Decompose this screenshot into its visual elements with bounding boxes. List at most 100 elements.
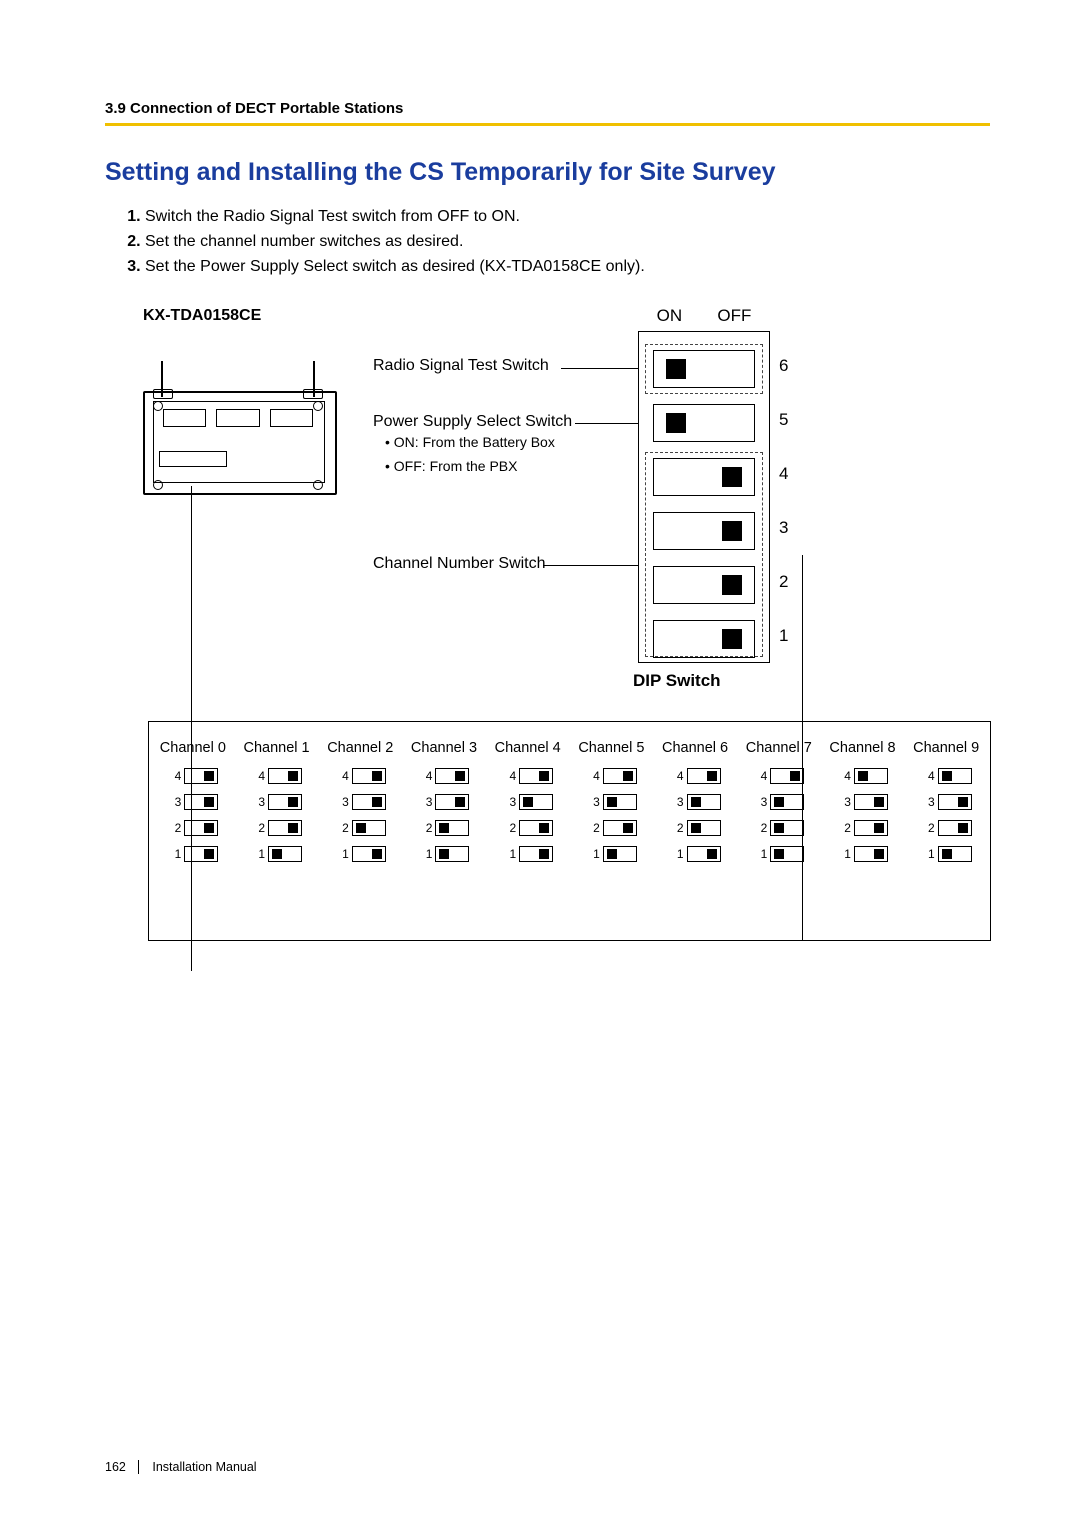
channel-header: Channel 1 [235,740,319,756]
on-label: ON [657,306,683,326]
switch-marker [288,823,298,833]
power-select-switch-label: Power Supply Select Switch [373,413,572,431]
switch-box [603,768,637,784]
switch-number: 4 [921,769,935,783]
channel-switch-row: 2 [904,820,988,836]
switch-number: 1 [167,847,181,861]
switch-box [184,846,218,862]
page: 3.9 Connection of DECT Portable Stations… [0,0,1080,1528]
switch-box [519,768,553,784]
switch-number: 4 [502,769,516,783]
switch-number: 3 [921,795,935,809]
channel-switch-row: 3 [570,794,654,810]
switch-box [268,820,302,836]
switch-box [938,794,972,810]
switch-marker [942,771,952,781]
switch-marker [691,797,701,807]
channel-switch-row: 3 [486,794,570,810]
switch-marker [539,849,549,859]
channel-switch-row: 1 [821,846,905,862]
device-illustration [143,361,333,496]
switch-number: 3 [251,795,265,809]
switch-box [352,768,386,784]
switch-marker [455,771,465,781]
switch-box [770,768,804,784]
channel-header: Channel 4 [486,740,570,756]
switch-box [519,794,553,810]
channel-switch-row: 4 [570,768,654,784]
switch-box [770,820,804,836]
dip-num: 1 [779,626,788,646]
switch-marker [372,771,382,781]
channel-column: Channel 5 4 3 2 1 [570,740,654,872]
channel-header: Channel 2 [318,740,402,756]
doc-name: Installation Manual [152,1460,256,1474]
switch-number: 1 [837,847,851,861]
switch-number: 3 [167,795,181,809]
channel-switch-row: 1 [570,846,654,862]
switch-number: 2 [502,821,516,835]
channel-header: Channel 3 [402,740,486,756]
switch-box [435,794,469,810]
channel-table: Channel 04321Channel 14321Channel 24321C… [148,721,991,941]
switch-number: 4 [586,769,600,783]
switch-number: 3 [837,795,851,809]
switch-box [435,846,469,862]
switch-box [854,846,888,862]
channel-switch-row: 4 [737,768,821,784]
power-off-note: OFF: From the PBX [394,458,518,474]
switch-marker [774,823,784,833]
channel-switch-row: 2 [570,820,654,836]
switch-marker [372,849,382,859]
dip-num: 5 [779,410,788,430]
switch-marker [874,849,884,859]
channel-switch-row: 1 [235,846,319,862]
channel-header: Channel 0 [151,740,235,756]
model-label: KX-TDA0158CE [143,307,990,325]
switch-number: 4 [335,769,349,783]
channel-switch-row: 3 [904,794,988,810]
switch-box [687,846,721,862]
switch-marker [204,823,214,833]
switch-marker [523,797,533,807]
switch-box [938,846,972,862]
switch-marker [623,771,633,781]
channel-header: Channel 5 [570,740,654,756]
switch-box [435,768,469,784]
switch-box [687,768,721,784]
switch-marker [439,849,449,859]
switch-number: 4 [753,769,767,783]
switch-number: 3 [502,795,516,809]
switch-number: 1 [418,847,432,861]
switch-number: 4 [418,769,432,783]
switch-number: 2 [670,821,684,835]
switch-box [770,846,804,862]
channel-switch-row: 2 [151,820,235,836]
channel-switch-row: 4 [402,768,486,784]
channel-header: Channel 6 [653,740,737,756]
channel-column: Channel 14321 [235,740,319,872]
channel-switch-row: 4 [904,768,988,784]
switch-number: 3 [586,795,600,809]
switch-box [519,846,553,862]
channel-column: Channel 24321 [318,740,402,872]
dip-switch-title: DIP Switch [633,671,721,691]
switch-marker [539,771,549,781]
channel-switch-row: 1 [737,846,821,862]
switch-number: 1 [670,847,684,861]
switch-number: 1 [921,847,935,861]
channel-column: Channel 64321 [653,740,737,872]
channel-switch-row: 2 [318,820,402,836]
switch-number: 1 [502,847,516,861]
channel-switch-row: 3 [235,794,319,810]
channel-switch-row: 2 [653,820,737,836]
switch-marker [439,823,449,833]
dip-switch-diagram: ON OFF 6 5 4 3 2 1 [638,331,770,663]
dip-slot-4 [653,458,755,496]
channel-switch-row: 4 [151,768,235,784]
switch-marker [607,849,617,859]
step-item: Set the channel number switches as desir… [145,230,990,255]
channel-switch-row: 4 [235,768,319,784]
switch-marker [272,849,282,859]
switch-marker [204,797,214,807]
